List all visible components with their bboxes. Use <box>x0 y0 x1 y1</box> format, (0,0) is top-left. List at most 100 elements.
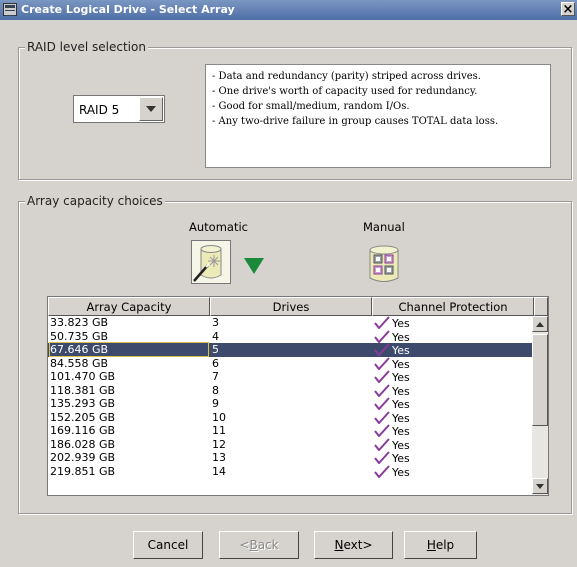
table-row[interactable]: 219.851 GB 14 Yes <box>48 465 532 479</box>
protection-cell: Yes <box>374 343 410 357</box>
drives-cell: 14 <box>212 464 226 478</box>
close-button[interactable]: × <box>561 2 575 16</box>
back-button[interactable]: <Back <box>219 531 299 559</box>
check-icon <box>374 343 390 357</box>
table-body: 33.823 GB 3 Yes 50.735 GB 4 Yes 67.646 GB 5 Yes 8… <box>48 316 532 479</box>
back-mnemonic: B <box>249 538 258 552</box>
capacity-cell: 219.851 GB <box>50 464 116 478</box>
check-icon <box>374 316 390 330</box>
raid-description-line: - Data and redundancy (parity) striped a… <box>212 71 481 82</box>
raid-description-line: - Any two-drive failure in group causes … <box>212 116 499 127</box>
drives-cell: 6 <box>212 356 219 370</box>
chevron-down-icon[interactable] <box>139 97 163 121</box>
manual-button[interactable] <box>364 242 404 286</box>
capacity-cell: 152.205 GB <box>50 410 116 424</box>
protection-cell: Yes <box>374 410 410 425</box>
automatic-dropdown-arrow-icon[interactable] <box>244 258 264 274</box>
array-capacity-table[interactable]: Array Capacity Drives Channel Protection… <box>47 296 549 496</box>
check-icon <box>374 437 390 452</box>
wizard-wand-icon <box>193 245 222 282</box>
table-row[interactable]: 135.293 GB 9 Yes <box>48 397 532 411</box>
back-prefix: < <box>239 538 250 552</box>
array-capacity-legend: Array capacity choices <box>25 194 165 208</box>
drive-array-icon <box>369 245 399 282</box>
protection-cell: Yes <box>374 437 410 452</box>
table-row[interactable]: 152.205 GB 10 Yes <box>48 411 532 425</box>
drives-cell: 11 <box>212 424 226 437</box>
capacity-cell: 33.823 GB <box>50 316 109 329</box>
column-header-capacity[interactable]: Array Capacity <box>48 297 210 316</box>
protection-cell: Yes <box>374 356 410 371</box>
table-row[interactable]: 202.939 GB 13 Yes <box>48 451 532 465</box>
drives-cell: 13 <box>212 451 226 464</box>
protection-label: Yes <box>392 465 410 479</box>
protection-label: Yes <box>392 425 410 438</box>
help-button[interactable]: Help <box>404 531 477 559</box>
check-icon <box>374 329 390 344</box>
help-rest: elp <box>435 538 455 552</box>
cancel-button[interactable]: Cancel <box>133 531 203 559</box>
table-header: Array Capacity Drives Channel Protection <box>48 297 548 316</box>
next-button[interactable]: Next> <box>314 531 393 559</box>
table-row[interactable]: 84.558 GB 6 Yes <box>48 357 532 371</box>
drives-cell: 9 <box>212 397 219 410</box>
protection-label: Yes <box>392 357 410 371</box>
protection-label: Yes <box>392 330 410 344</box>
header-corner <box>534 297 548 316</box>
column-header-protection[interactable]: Channel Protection <box>372 297 534 316</box>
capacity-cell: 135.293 GB <box>50 397 116 410</box>
capacity-cell: 67.646 GB <box>49 342 209 357</box>
capacity-cell: 118.381 GB <box>50 383 116 397</box>
drives-cell: 12 <box>212 437 226 451</box>
capacity-cell: 202.939 GB <box>50 451 116 464</box>
table-row[interactable]: 186.028 GB 12 Yes <box>48 438 532 452</box>
protection-label: Yes <box>392 384 410 398</box>
app-icon <box>3 3 17 16</box>
check-icon <box>374 410 390 425</box>
manual-label: Manual <box>363 220 405 234</box>
window-title: Create Logical Drive - Select Array <box>21 3 235 16</box>
vertical-scrollbar[interactable] <box>532 316 548 495</box>
next-rest: ext> <box>343 538 373 552</box>
capacity-cell: 84.558 GB <box>50 356 109 370</box>
check-icon <box>374 424 390 438</box>
protection-cell: Yes <box>374 329 410 344</box>
protection-cell: Yes <box>374 316 410 330</box>
column-header-drives[interactable]: Drives <box>210 297 372 316</box>
drives-cell: 10 <box>212 410 226 424</box>
back-rest: ack <box>257 538 279 552</box>
raid-level-select[interactable]: RAID 5 <box>73 95 165 123</box>
protection-label: Yes <box>392 344 410 357</box>
raid-description-line: - One drive's worth of capacity used for… <box>212 86 478 97</box>
table-row[interactable]: 118.381 GB 8 Yes <box>48 384 532 398</box>
table-row[interactable]: 67.646 GB 5 Yes <box>48 342 532 357</box>
automatic-label: Automatic <box>189 220 248 234</box>
automatic-button[interactable] <box>191 240 231 284</box>
drives-cell: 4 <box>212 329 219 343</box>
protection-label: Yes <box>392 438 410 452</box>
check-icon <box>374 370 390 384</box>
table-row[interactable]: 169.116 GB 11 Yes <box>48 424 532 438</box>
check-icon <box>374 451 390 465</box>
drives-cell: 5 <box>212 343 219 356</box>
protection-label: Yes <box>392 371 410 384</box>
table-row[interactable]: 101.470 GB 7 Yes <box>48 370 532 384</box>
drives-cell: 8 <box>212 383 219 397</box>
scroll-down-button[interactable] <box>532 478 548 494</box>
help-mnemonic: H <box>426 538 436 552</box>
check-icon <box>374 383 390 398</box>
raid-description-box: - Data and redundancy (parity) striped a… <box>205 64 551 168</box>
raid-level-legend: RAID level selection <box>25 40 148 54</box>
scroll-thumb[interactable] <box>532 334 548 426</box>
protection-label: Yes <box>392 398 410 411</box>
scroll-up-button[interactable] <box>532 316 548 332</box>
drives-cell: 3 <box>212 316 219 329</box>
window-title-bar[interactable]: Create Logical Drive - Select Array × <box>0 0 577 20</box>
check-icon <box>374 397 390 411</box>
raid-description-line: - Good for small/medium, random I/Os. <box>212 101 410 112</box>
table-row[interactable]: 50.735 GB 4 Yes <box>48 330 532 344</box>
capacity-cell: 50.735 GB <box>50 329 109 343</box>
table-row[interactable]: 33.823 GB 3 Yes <box>48 316 532 330</box>
capacity-cell: 101.470 GB <box>50 370 116 383</box>
protection-cell: Yes <box>374 424 410 438</box>
